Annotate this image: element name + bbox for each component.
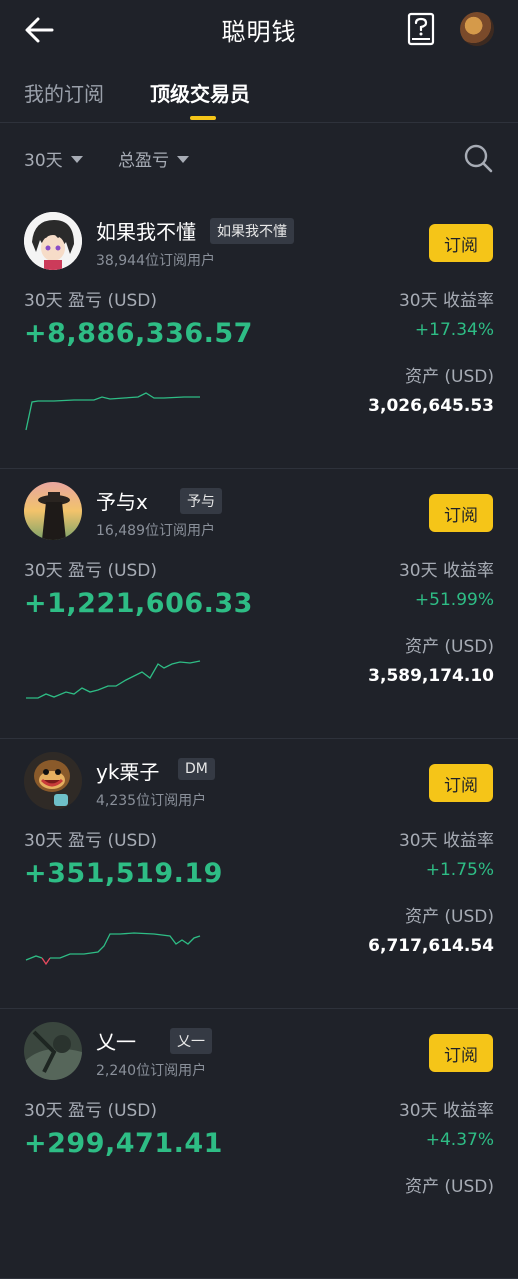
trader-name[interactable]: 予与x <box>96 486 148 515</box>
period-dropdown[interactable]: 30天 <box>24 146 83 171</box>
pnl-value: +299,471.41 <box>24 1128 223 1159</box>
period-label: 30天 <box>24 151 63 171</box>
top-bar: 聪明钱 <box>0 0 518 62</box>
pnl-sparkline <box>25 392 200 431</box>
filter-bar: 30天 总盈亏 <box>0 124 518 194</box>
assets-label: 资产 (USD) <box>405 637 494 657</box>
roi-value: +17.34% <box>414 320 494 340</box>
caret-down-icon <box>70 156 83 163</box>
active-tab-indicator <box>190 116 216 120</box>
assets-label: 资产 (USD) <box>405 1177 494 1197</box>
trader-name[interactable]: 乂一 <box>96 1026 136 1055</box>
search-icon[interactable] <box>462 142 494 174</box>
pnl-label: 30天 盈亏 (USD) <box>24 561 158 581</box>
roi-label: 30天 收益率 <box>398 291 494 311</box>
subscribe-button[interactable]: 订阅 <box>429 764 493 802</box>
tab-top-traders[interactable]: 顶级交易员 <box>150 78 250 107</box>
assets-label: 资产 (USD) <box>405 367 494 387</box>
roi-label: 30天 收益率 <box>398 561 494 581</box>
assets-value: 6,717,614.54 <box>368 936 494 956</box>
trader-name[interactable]: 如果我不懂 <box>96 216 196 245</box>
trader-tag: DM <box>178 758 215 780</box>
trader-tag: 乂一 <box>170 1028 212 1054</box>
roi-label: 30天 收益率 <box>398 1101 494 1121</box>
assets-value: 3,589,174.10 <box>368 666 494 686</box>
trader-tag: 如果我不懂 <box>210 218 294 244</box>
subscribe-button[interactable]: 订阅 <box>429 494 493 532</box>
pnl-value: +351,519.19 <box>24 858 223 889</box>
roi-value: +51.99% <box>414 590 494 610</box>
user-avatar[interactable] <box>460 12 494 46</box>
help-book-icon[interactable] <box>406 12 436 46</box>
tab-my-subscriptions[interactable]: 我的订阅 <box>24 78 104 107</box>
trader-name[interactable]: yk栗子 <box>96 756 159 785</box>
caret-down-icon <box>177 156 189 163</box>
trader-card[interactable]: 予与x 予与 16,489位订阅用户 订阅 30天 盈亏 (USD) +1,22… <box>0 470 518 739</box>
trader-avatar[interactable] <box>24 1022 82 1080</box>
roi-value: +1.75% <box>425 860 494 880</box>
trader-card[interactable]: 如果我不懂 如果我不懂 38,944位订阅用户 订阅 30天 盈亏 (USD) … <box>0 200 518 469</box>
sort-label: 总盈亏 <box>118 151 169 171</box>
subscriber-count: 4,235位订阅用户 <box>96 793 207 809</box>
pnl-label: 30天 盈亏 (USD) <box>24 291 158 311</box>
assets-value: 3,026,645.53 <box>368 396 494 416</box>
pnl-value: +8,886,336.57 <box>24 318 253 349</box>
subscriber-count: 16,489位订阅用户 <box>96 523 215 539</box>
trader-card[interactable]: 乂一 乂一 2,240位订阅用户 订阅 30天 盈亏 (USD) +299,47… <box>0 1010 518 1279</box>
trader-tag: 予与 <box>180 488 222 514</box>
roi-label: 30天 收益率 <box>398 831 494 851</box>
pnl-sparkline <box>26 660 201 699</box>
subscriber-count: 2,240位订阅用户 <box>96 1063 207 1079</box>
assets-label: 资产 (USD) <box>405 907 494 927</box>
trader-avatar[interactable] <box>24 212 82 270</box>
page-title: 聪明钱 <box>221 18 297 46</box>
sort-dropdown[interactable]: 总盈亏 <box>118 146 189 171</box>
trader-card[interactable]: yk栗子 DM 4,235位订阅用户 订阅 30天 盈亏 (USD) +351,… <box>0 740 518 1009</box>
roi-value: +4.37% <box>425 1130 494 1150</box>
subscribe-button[interactable]: 订阅 <box>429 224 493 262</box>
subscriber-count: 38,944位订阅用户 <box>96 253 215 269</box>
subscribe-button[interactable]: 订阅 <box>429 1034 493 1072</box>
pnl-value: +1,221,606.33 <box>24 588 253 619</box>
tab-bar: 我的订阅 顶级交易员 <box>0 62 518 123</box>
pnl-sparkline <box>25 932 201 966</box>
pnl-label: 30天 盈亏 (USD) <box>24 831 158 851</box>
trader-avatar[interactable] <box>24 482 82 540</box>
pnl-label: 30天 盈亏 (USD) <box>24 1101 158 1121</box>
trader-avatar[interactable] <box>24 752 82 810</box>
